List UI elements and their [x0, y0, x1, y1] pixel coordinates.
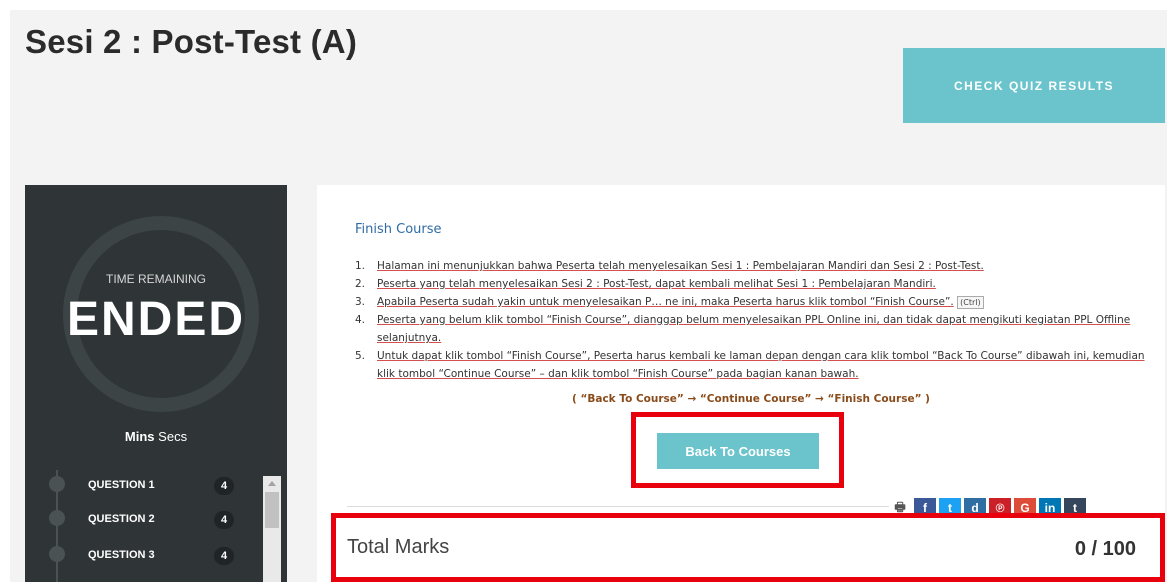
instruction-number: 2. — [355, 278, 366, 290]
score-max: 100 — [1102, 538, 1136, 560]
timer-units: Mins Secs — [25, 429, 287, 444]
question-label: QUESTION 3 — [88, 549, 155, 561]
secs-label: Secs — [158, 429, 188, 444]
instruction-item: 1. Halaman ini menunjukkan bahwa Peserta … — [355, 257, 1145, 275]
question-count-badge: 4 — [214, 511, 234, 529]
question-label: QUESTION 1 — [88, 479, 155, 491]
question-item-1[interactable]: QUESTION 1 4 — [25, 470, 261, 500]
instruction-text: Peserta yang telah menyelesaikan Sesi 2 … — [377, 278, 936, 290]
instruction-text: Apabila Peserta sudah yakin untuk menyel… — [377, 296, 954, 308]
instruction-list: 1. Halaman ini menunjukkan bahwa Peserta … — [355, 257, 1145, 383]
time-remaining-label: TIME REMAINING — [105, 272, 206, 286]
total-marks-value: 0 / 100 — [1036, 538, 1136, 561]
score-value: 0 — [1074, 538, 1086, 560]
question-dot — [49, 476, 65, 492]
instruction-item: 4. Peserta yang belum klik tombol “Finish… — [355, 311, 1145, 347]
paste-options-icon[interactable]: (Ctrl) — [957, 295, 984, 309]
timer-status: ENDED — [66, 293, 246, 346]
instruction-item: 2. Peserta yang telah menyelesaikan Sesi … — [355, 275, 1145, 293]
instruction-number: 4. — [355, 314, 366, 326]
question-list-scrollbar[interactable] — [263, 476, 281, 582]
question-count-badge: 4 — [214, 477, 234, 495]
scrollbar-thumb[interactable] — [265, 492, 279, 528]
course-flow-hint: ( “Back To Course” → “Continue Course” →… — [572, 393, 930, 405]
check-quiz-results-button[interactable]: CHECK QUIZ RESULTS — [903, 48, 1165, 123]
question-dot — [49, 546, 65, 562]
mins-label: Mins — [124, 429, 155, 444]
instruction-text: Halaman ini menunjukkan bahwa Peserta te… — [377, 260, 984, 272]
total-marks-label: Total Marks — [347, 536, 450, 558]
question-item-2[interactable]: QUESTION 2 4 — [25, 504, 261, 534]
question-dot — [49, 510, 65, 526]
instruction-number: 5. — [355, 350, 366, 362]
question-item-3[interactable]: QUESTION 3 4 — [25, 540, 261, 570]
instruction-number: 1. — [355, 260, 366, 272]
quiz-timer-sidebar: TIME REMAINING ENDED Mins Secs QUESTION … — [25, 185, 287, 582]
content-divider — [347, 506, 907, 507]
page-title: Sesi 2 : Post-Test (A) — [25, 23, 358, 60]
instruction-item: 3. Apabila Peserta sudah yakin untuk meny… — [355, 293, 1145, 311]
instruction-text: Untuk dapat klik tombol “Finish Course”,… — [377, 350, 1145, 380]
back-to-courses-button[interactable]: Back To Courses — [657, 433, 819, 469]
instruction-number: 3. — [355, 296, 366, 308]
score-separator: / — [1091, 538, 1098, 560]
scroll-up-arrow-icon[interactable] — [263, 476, 281, 490]
question-label: QUESTION 2 — [88, 513, 155, 525]
question-list: QUESTION 1 4 QUESTION 2 4 QUESTION 3 4 — [25, 470, 287, 582]
instruction-item: 5. Untuk dapat klik tombol “Finish Course… — [355, 347, 1145, 383]
finish-course-title: Finish Course — [355, 222, 442, 237]
instruction-text: Peserta yang belum klik tombol “Finish C… — [377, 314, 1131, 344]
question-count-badge: 4 — [214, 547, 234, 565]
